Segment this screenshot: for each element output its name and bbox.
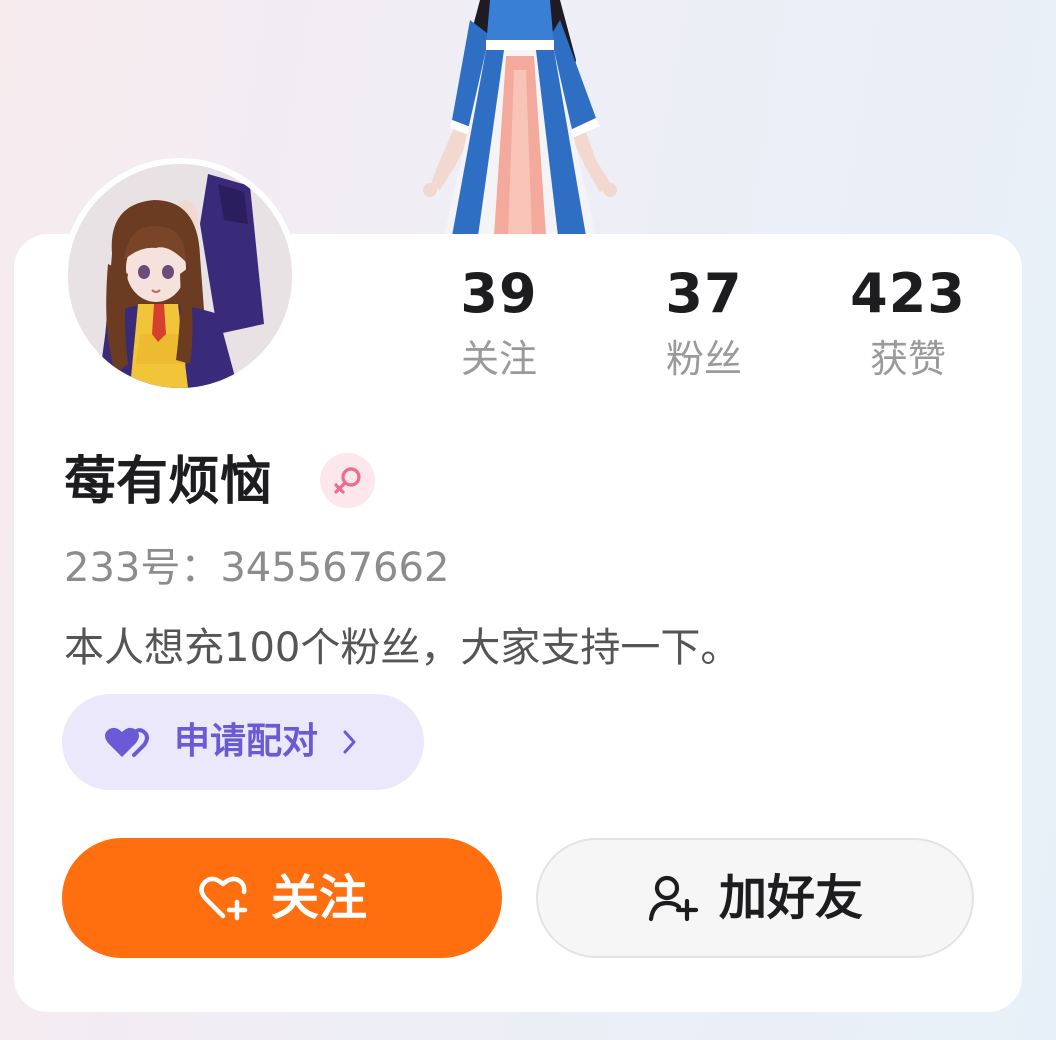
add-friend-label: 加好友 xyxy=(718,870,863,926)
female-icon xyxy=(333,466,361,494)
follow-label: 关注 xyxy=(270,870,367,926)
fans-count: 37 xyxy=(665,262,743,325)
user-plus-icon xyxy=(647,873,699,923)
following-label: 关注 xyxy=(460,337,537,381)
following-count: 39 xyxy=(460,262,538,325)
add-friend-button[interactable]: 加好友 xyxy=(536,838,974,958)
fans-label: 粉丝 xyxy=(665,337,742,381)
gender-badge xyxy=(320,453,375,508)
chevron-right-icon xyxy=(342,728,358,756)
avatar[interactable] xyxy=(62,158,298,394)
profile-name: 莓有烦恼 xyxy=(64,452,273,512)
double-heart-icon xyxy=(105,727,149,757)
heart-plus-icon xyxy=(197,874,251,922)
apply-pair-label: 申请配对 xyxy=(174,721,319,762)
character-model-image xyxy=(400,0,630,236)
avatar-image xyxy=(68,164,292,388)
apply-pair-button[interactable]: 申请配对 xyxy=(62,694,424,790)
stat-fans[interactable]: 37 粉丝 xyxy=(614,262,794,384)
follow-button[interactable]: 关注 xyxy=(62,838,502,958)
stat-following[interactable]: 39 关注 xyxy=(409,262,589,384)
user-id: 233号：345567662 xyxy=(64,545,450,591)
stat-likes[interactable]: 423 获赞 xyxy=(818,262,998,384)
likes-count: 423 xyxy=(850,262,966,325)
profile-bio: 本人想充100个粉丝，大家支持一下。 xyxy=(64,625,741,671)
likes-label: 获赞 xyxy=(869,337,946,381)
